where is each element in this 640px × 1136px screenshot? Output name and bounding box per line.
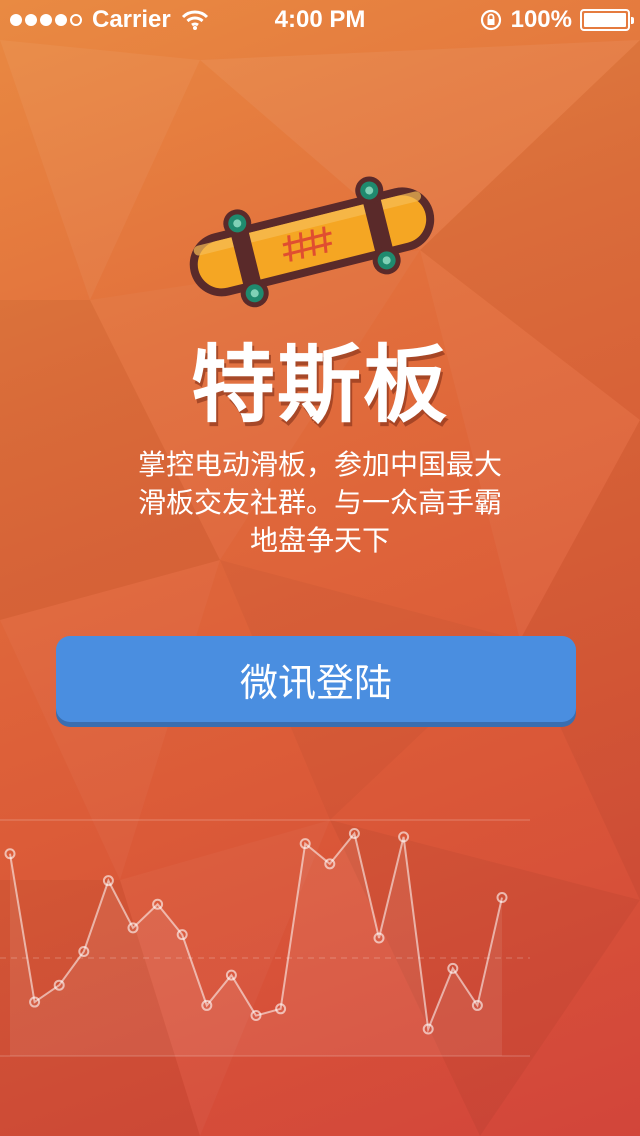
tagline-line: 地盘争天下 [249, 524, 390, 557]
wifi-icon [181, 10, 208, 30]
skateboard-logo-icon [189, 176, 435, 308]
carrier-label: Carrier [92, 6, 171, 33]
tagline: 掌控电动滑板，参加中国最大 滑板交友社群。与一众高手霸 地盘争天下 [130, 446, 510, 560]
battery-percent: 100% [510, 6, 572, 33]
status-bar: Carrier 4:00 PM 100% [0, 0, 640, 40]
status-left: Carrier [10, 6, 250, 34]
signal-dot [70, 14, 82, 26]
signal-strength-icon [10, 14, 82, 26]
status-time: 4:00 PM [274, 6, 366, 33]
wechat-login-button[interactable]: 微讯登陆 [56, 636, 576, 722]
status-right: 100% [390, 6, 634, 34]
line-chart [0, 819, 530, 1057]
lock-rotation-icon [480, 9, 501, 31]
signal-dot [10, 14, 22, 26]
signal-dot [55, 14, 67, 26]
app-title: 特斯板 [190, 336, 449, 434]
battery-icon [580, 9, 634, 31]
signal-dot [25, 14, 37, 26]
tagline-line: 滑板交友社群。与一众高手霸 [137, 486, 502, 519]
signal-dot [40, 14, 52, 26]
battery-fill [584, 13, 626, 27]
tagline-line: 掌控电动滑板，参加中国最大 [137, 448, 502, 481]
